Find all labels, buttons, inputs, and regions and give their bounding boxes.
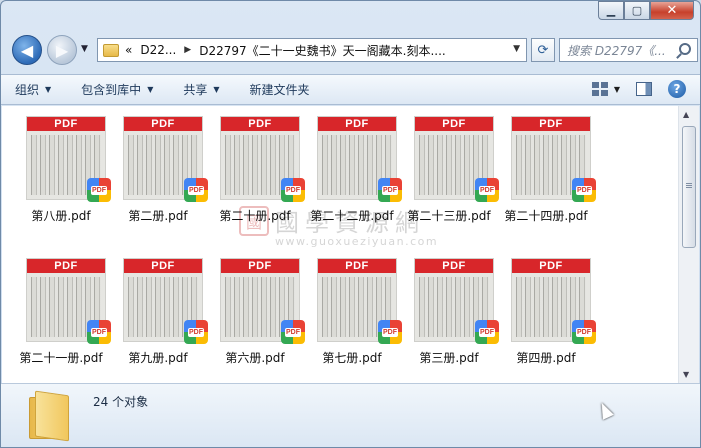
caption-buttons: ▁ ▢ ✕: [598, 1, 694, 20]
chevron-down-icon: ▼: [213, 85, 220, 94]
organize-label: 组织: [15, 83, 40, 97]
chevron-down-icon: ▼: [45, 85, 52, 94]
pdf-band: PDF: [124, 259, 202, 273]
pdf-band: PDF: [512, 117, 590, 131]
pdf-band: PDF: [27, 259, 105, 273]
pdf-app-icon: PDF: [475, 320, 499, 344]
preview-pane-icon[interactable]: [636, 82, 652, 96]
close-button[interactable]: ✕: [650, 1, 694, 20]
file-item[interactable]: PDF PDF 第二十二册.pdf: [303, 116, 402, 246]
pdf-app-icon: PDF: [281, 178, 305, 202]
pdf-app-icon: PDF: [378, 320, 402, 344]
file-name: 第四册.pdf: [516, 351, 576, 365]
pdf-badge-label: PDF: [576, 185, 592, 195]
breadcrumb-parent[interactable]: D22...: [140, 43, 176, 57]
command-bar: 组织 ▼ 包含到库中 ▼ 共享 ▼ 新建文件夹 ▼ ?: [1, 74, 700, 105]
pdf-badge-label: PDF: [188, 185, 204, 195]
file-list: 國 國學資源網 www.guoxueziyuan.com PDF PDF 第八册.p…: [2, 106, 678, 383]
pdf-band: PDF: [221, 117, 299, 131]
pdf-band: PDF: [318, 259, 396, 273]
pdf-badge-label: PDF: [382, 185, 398, 195]
file-item[interactable]: PDF PDF 第九册.pdf: [109, 258, 208, 383]
pdf-app-icon: PDF: [184, 178, 208, 202]
view-dropdown-icon[interactable]: ▼: [614, 85, 620, 94]
folder-icon: [29, 390, 69, 442]
file-item[interactable]: PDF PDF 第二十四册.pdf: [497, 116, 596, 246]
pdf-band: PDF: [512, 259, 590, 273]
search-placeholder: 搜索 D22797《...: [567, 43, 666, 58]
pdf-badge-label: PDF: [479, 327, 495, 337]
item-count: 24 个对象: [93, 395, 149, 409]
pdf-band: PDF: [415, 117, 493, 131]
scroll-up-icon[interactable]: ▲: [683, 110, 689, 119]
pdf-badge-label: PDF: [188, 327, 204, 337]
minimize-button[interactable]: ▁: [598, 1, 624, 20]
pdf-app-icon: PDF: [87, 178, 111, 202]
scroll-thumb[interactable]: [682, 126, 696, 248]
share-label: 共享: [183, 83, 208, 97]
file-item[interactable]: PDF PDF 第四册.pdf: [497, 258, 596, 383]
pdf-band: PDF: [27, 117, 105, 131]
organize-menu[interactable]: 组织 ▼: [15, 81, 51, 98]
help-icon[interactable]: ?: [668, 80, 686, 98]
address-bar[interactable]: « D22... ▶ D22797《二十一史魏书》天一阁藏本.刻本.... ▼: [97, 38, 527, 62]
include-in-library-menu[interactable]: 包含到库中 ▼: [81, 81, 153, 98]
breadcrumb-separator-icon[interactable]: ▶: [184, 45, 191, 55]
scroll-down-icon[interactable]: ▼: [683, 370, 689, 379]
file-item[interactable]: PDF PDF 第六册.pdf: [206, 258, 305, 383]
include-in-library-label: 包含到库中: [81, 83, 142, 97]
file-item[interactable]: PDF PDF 第七册.pdf: [303, 258, 402, 383]
file-item[interactable]: PDF PDF 第八册.pdf: [12, 116, 111, 246]
file-item[interactable]: PDF PDF 第二册.pdf: [109, 116, 208, 246]
view-controls: ▼ ?: [591, 80, 686, 98]
file-item[interactable]: PDF PDF 第二十一册.pdf: [12, 258, 111, 383]
pdf-badge-label: PDF: [91, 185, 107, 195]
folder-icon: [103, 43, 119, 57]
pdf-badge-label: PDF: [91, 327, 107, 337]
breadcrumb-overflow[interactable]: «: [125, 43, 132, 57]
pdf-badge-label: PDF: [285, 327, 301, 337]
pdf-app-icon: PDF: [378, 178, 402, 202]
new-folder-label: 新建文件夹: [249, 83, 310, 97]
pdf-badge-label: PDF: [576, 327, 592, 337]
new-folder-button[interactable]: 新建文件夹: [250, 81, 310, 98]
navigation-bar: ◀ ▶ ▼ « D22... ▶ D22797《二十一史魏书》天一阁藏本.刻本.…: [9, 32, 698, 68]
search-icon[interactable]: [679, 43, 691, 55]
file-name: 第二十四册.pdf: [504, 209, 588, 223]
share-menu[interactable]: 共享 ▼: [183, 81, 219, 98]
details-pane: 24 个对象: [1, 383, 700, 447]
forward-arrow-icon[interactable]: ▶: [47, 35, 77, 65]
file-item[interactable]: PDF PDF 第二十册.pdf: [206, 116, 305, 246]
pdf-app-icon: PDF: [572, 178, 596, 202]
chevron-down-icon: ▼: [147, 85, 154, 94]
explorer-window: ▁ ▢ ✕ ◀ ▶ ▼ « D22... ▶ D22797《二十一史魏书》天一阁…: [0, 0, 701, 448]
address-dropdown-icon[interactable]: ▼: [513, 44, 520, 54]
pdf-band: PDF: [124, 117, 202, 131]
back-arrow-icon[interactable]: ◀: [12, 35, 42, 65]
vertical-scrollbar[interactable]: ▲ ▼: [678, 106, 699, 383]
view-options-icon[interactable]: [591, 82, 608, 96]
search-input[interactable]: 搜索 D22797《...: [559, 38, 698, 62]
file-item[interactable]: PDF PDF 第二十三册.pdf: [400, 116, 499, 246]
pdf-badge-label: PDF: [285, 185, 301, 195]
pdf-band: PDF: [415, 259, 493, 273]
pdf-app-icon: PDF: [475, 178, 499, 202]
recent-pages-dropdown[interactable]: ▼: [81, 44, 88, 54]
breadcrumb-current[interactable]: D22797《二十一史魏书》天一阁藏本.刻本....: [199, 42, 446, 59]
pdf-app-icon: PDF: [281, 320, 305, 344]
pdf-band: PDF: [318, 117, 396, 131]
pdf-band: PDF: [221, 259, 299, 273]
pdf-app-icon: PDF: [572, 320, 596, 344]
pdf-app-icon: PDF: [87, 320, 111, 344]
pdf-badge-label: PDF: [382, 327, 398, 337]
refresh-icon[interactable]: ⟳: [531, 38, 555, 62]
pdf-app-icon: PDF: [184, 320, 208, 344]
pdf-badge-label: PDF: [479, 185, 495, 195]
maximize-button[interactable]: ▢: [624, 1, 650, 20]
file-item[interactable]: PDF PDF 第三册.pdf: [400, 258, 499, 383]
